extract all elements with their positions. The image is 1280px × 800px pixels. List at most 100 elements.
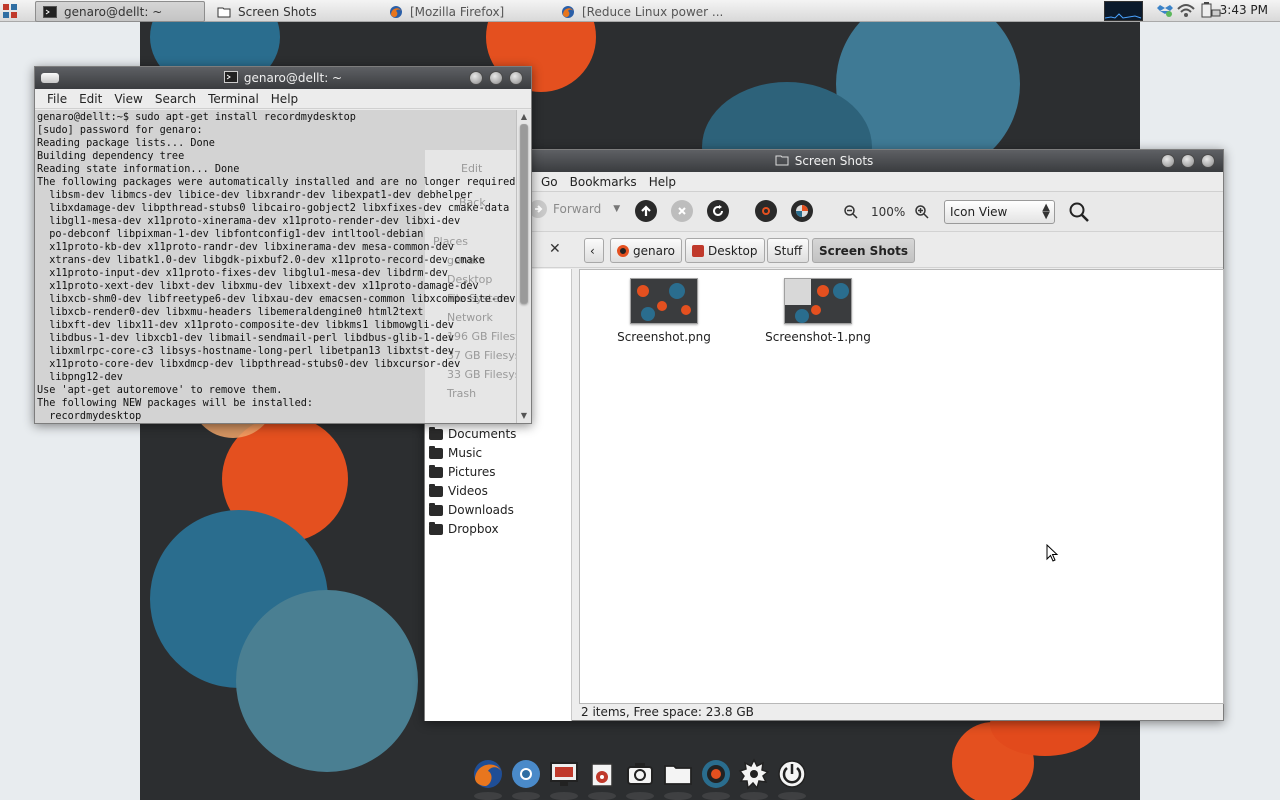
breadcrumb-label: Screen Shots (819, 243, 908, 258)
sidebar-item-label: Documents (448, 427, 517, 441)
search-icon[interactable] (1068, 201, 1090, 223)
terminal-line: libdbus-1-dev libxcb1-dev libmail-sendma… (37, 333, 455, 344)
terminal-titlebar[interactable]: genaro@dellt: ~ (35, 67, 531, 89)
menu-search[interactable]: Search (149, 92, 202, 106)
desktop-icon (692, 244, 704, 257)
zoom-level[interactable]: 100% (871, 205, 905, 219)
terminal-line: recordmydesktop (37, 411, 142, 422)
home-icon[interactable] (755, 200, 777, 222)
taskbar-item-firefox-2[interactable]: [Reduce Linux power ... (554, 1, 724, 22)
record-icon[interactable] (700, 758, 732, 800)
select-arrows-icon: ▲ ▼ (1042, 202, 1050, 221)
sidebar-item-music[interactable]: Music (429, 445, 482, 460)
media-player-icon[interactable] (586, 758, 618, 800)
chevron-down-icon[interactable]: ▼ (613, 204, 620, 214)
camera-icon[interactable] (624, 758, 656, 800)
sidebar-item-label: Dropbox (448, 522, 499, 536)
folder-icon (216, 5, 232, 19)
terminal-output[interactable]: Edit Back Places genaro Desktop File Sys… (35, 110, 517, 423)
close-button[interactable] (1201, 154, 1215, 168)
file-manager-titlebar[interactable]: Screen Shots (425, 150, 1223, 172)
folder-icon (429, 502, 443, 516)
reload-icon[interactable] (707, 200, 729, 222)
status-bar: 2 items, Free space: 23.8 GB (581, 705, 754, 719)
applications-menu-icon[interactable] (3, 4, 19, 20)
menu-go[interactable]: Go (535, 175, 564, 189)
zoom-out-icon[interactable] (843, 204, 859, 220)
file-icon-view[interactable]: Screenshot.png Screenshot-1.png (579, 269, 1224, 704)
chromium-icon[interactable] (510, 758, 542, 800)
forward-label: Forward (553, 202, 602, 216)
sidebar-item-pictures[interactable]: Pictures (429, 464, 496, 479)
settings-gear-icon[interactable] (738, 758, 770, 800)
stop-icon[interactable] (671, 200, 693, 222)
file-item[interactable]: Screenshot.png (604, 278, 724, 344)
minimize-button[interactable] (469, 71, 483, 85)
forward-button[interactable]: Forward ▼ (529, 200, 620, 218)
monitor-icon[interactable] (548, 758, 580, 800)
terminal-scrollbar[interactable]: ▲ ▼ (516, 110, 531, 423)
minimize-button[interactable] (1161, 154, 1175, 168)
sidebar-item-videos[interactable]: Videos (429, 483, 488, 498)
home-icon (617, 244, 629, 257)
computer-icon[interactable] (791, 200, 813, 222)
close-button[interactable] (509, 71, 523, 85)
folder-icon (429, 521, 443, 535)
sidebar-item-dropbox[interactable]: Dropbox (429, 521, 499, 536)
terminal-line: Building dependency tree (37, 151, 185, 162)
menu-help[interactable]: Help (643, 175, 682, 189)
zoom-in-icon[interactable] (914, 204, 930, 220)
breadcrumb-genaro[interactable]: genaro (610, 238, 682, 263)
breadcrumb-desktop[interactable]: Desktop (685, 238, 765, 263)
system-monitor-graph[interactable] (1104, 1, 1143, 21)
up-icon[interactable] (635, 200, 657, 222)
menu-edit[interactable]: Edit (73, 92, 108, 106)
file-name: Screenshot.png (617, 330, 711, 344)
terminal-icon (42, 5, 58, 19)
scrollbar-thumb[interactable] (520, 124, 528, 304)
taskbar-item-screen-shots[interactable]: Screen Shots (210, 1, 380, 22)
terminal-line: The following packages were automaticall… (37, 177, 517, 188)
sidebar-item-documents[interactable]: Documents (429, 426, 517, 441)
taskbar-item-label: genaro@dellt: ~ (64, 4, 163, 19)
wallpaper-bubble (236, 590, 418, 772)
terminal-line: Use 'apt-get autoremove' to remove them. (37, 385, 283, 396)
view-mode-select[interactable]: Icon View ▲ ▼ (944, 200, 1055, 224)
terminal-line: libxdamage-dev libpthread-stubs0 libcair… (37, 203, 510, 214)
menu-help[interactable]: Help (265, 92, 304, 106)
clock[interactable]: 3:43 PM (1220, 3, 1268, 17)
firefox-icon[interactable] (472, 758, 504, 800)
taskbar-item-terminal[interactable]: genaro@dellt: ~ (35, 1, 205, 22)
sidebar-item-label: Videos (448, 484, 488, 498)
file-item[interactable]: Screenshot-1.png (758, 278, 878, 344)
file-manager-window: Screen Shots Go Bookmarks Help Forward ▼ (424, 149, 1224, 721)
firefox-icon (560, 5, 576, 19)
wifi-icon[interactable] (1176, 1, 1196, 21)
close-sidebar-icon[interactable]: ✕ (549, 241, 561, 257)
menu-file[interactable]: File (41, 92, 73, 106)
maximize-button[interactable] (489, 71, 503, 85)
terminal-line: libxmlrpc-core-c3 libsys-hostname-long-p… (37, 346, 455, 357)
folder-icon (429, 483, 443, 497)
folder-icon (429, 464, 443, 478)
path-back-button[interactable]: ‹ (584, 238, 604, 263)
dropbox-icon[interactable] (1156, 1, 1174, 21)
folder-icon (429, 426, 443, 440)
scroll-down-icon[interactable]: ▼ (519, 411, 529, 421)
taskbar-item-firefox[interactable]: [Mozilla Firefox] (382, 1, 552, 22)
menu-terminal[interactable]: Terminal (202, 92, 265, 106)
window-menu-button[interactable] (41, 73, 59, 83)
terminal-text: genaro@dellt:~$ sudo apt-get install rec… (37, 111, 517, 423)
breadcrumb-stuff[interactable]: Stuff (767, 238, 810, 263)
terminal-line: xtrans-dev libatk1.0-dev libgdk-pixbuf2.… (37, 255, 485, 266)
taskbar-item-label: [Reduce Linux power ... (582, 4, 724, 19)
menu-view[interactable]: View (108, 92, 148, 106)
menu-bookmarks[interactable]: Bookmarks (564, 175, 643, 189)
terminal-line: x11proto-xext-dev libxt-dev libxmu-dev l… (37, 281, 479, 292)
maximize-button[interactable] (1181, 154, 1195, 168)
breadcrumb-screen-shots[interactable]: Screen Shots (812, 238, 915, 263)
power-icon[interactable] (776, 758, 808, 800)
scroll-up-icon[interactable]: ▲ (519, 112, 529, 122)
sidebar-item-downloads[interactable]: Downloads (429, 502, 514, 517)
folder-icon[interactable] (662, 758, 694, 800)
